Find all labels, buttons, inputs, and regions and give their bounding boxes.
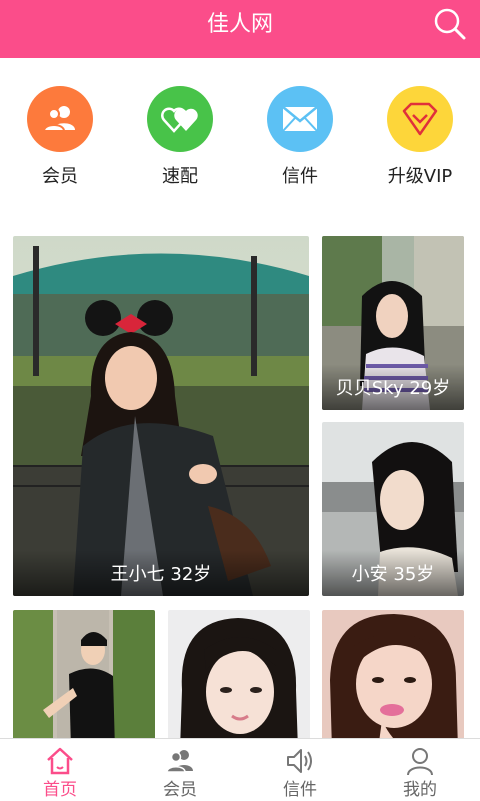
quick-action-label: 会员 [42, 166, 78, 187]
hearts-icon [147, 86, 213, 152]
profile-card[interactable] [13, 610, 155, 738]
search-icon[interactable] [432, 6, 468, 42]
tab-mail[interactable]: 信件 [240, 739, 360, 801]
diamond-icon [387, 86, 453, 152]
quick-action-label: 速配 [162, 166, 198, 187]
quick-action-vip[interactable]: 升级VIP [360, 86, 480, 188]
tab-label: 信件 [283, 780, 317, 800]
profile-photo [168, 610, 310, 738]
tab-label: 会员 [163, 780, 197, 800]
app-title: 佳人网 [206, 12, 273, 37]
profile-caption: 小安 35岁 [351, 564, 435, 585]
tab-home[interactable]: 首页 [0, 739, 120, 801]
quick-action-match[interactable]: 速配 [120, 86, 240, 188]
members-icon [120, 745, 240, 777]
profile-card[interactable] [322, 610, 464, 738]
profile-card[interactable]: 小安 35岁 [322, 422, 464, 596]
tab-me[interactable]: 我的 [360, 739, 480, 801]
quick-actions: 会员 速配 信件 升级VIP [0, 86, 480, 196]
tab-members[interactable]: 会员 [120, 739, 240, 801]
profile-photo [13, 610, 155, 738]
profile-card[interactable] [168, 610, 310, 738]
quick-action-label: 信件 [282, 166, 318, 187]
members-icon [27, 86, 93, 152]
mail-icon [267, 86, 333, 152]
app-header: 佳人网 [0, 0, 480, 58]
home-icon [0, 745, 120, 777]
profile-card[interactable]: 王小七 32岁 [13, 236, 309, 596]
speaker-icon [240, 745, 360, 777]
bottom-tab-bar: 首页 会员 信件 我的 [0, 738, 480, 801]
quick-action-label: 升级VIP [387, 166, 453, 187]
quick-action-members[interactable]: 会员 [0, 86, 120, 188]
profile-photo [322, 610, 464, 738]
quick-action-mail[interactable]: 信件 [240, 86, 360, 188]
profile-card[interactable]: 贝贝Sky 29岁 [322, 236, 464, 410]
profile-grid: 王小七 32岁 贝贝Sky 29岁 小安 35岁 [0, 236, 480, 738]
tab-label: 首页 [43, 780, 77, 800]
profile-icon [360, 745, 480, 777]
profile-caption: 王小七 32岁 [110, 564, 212, 585]
profile-caption: 贝贝Sky 29岁 [335, 378, 451, 399]
profile-photo [13, 236, 309, 596]
tab-label: 我的 [403, 780, 437, 800]
